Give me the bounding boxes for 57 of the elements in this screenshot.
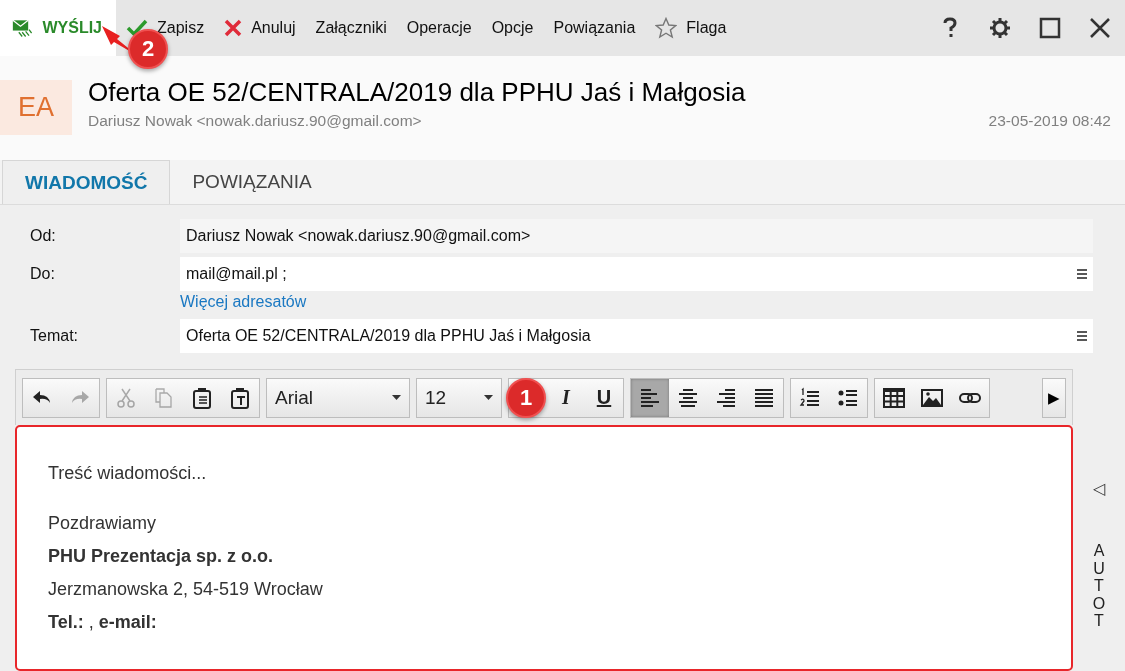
- clipboard-icon: [229, 386, 251, 409]
- copy-icon: [153, 386, 175, 409]
- message-date: 23-05-2019 08:42: [988, 112, 1111, 130]
- toolbar-button[interactable]: I: [547, 378, 585, 417]
- dropdown[interactable]: 12: [416, 377, 502, 418]
- numbered-list-icon: [799, 386, 821, 409]
- field-label: Do:: [30, 265, 56, 283]
- image-icon: [921, 386, 943, 409]
- body-text: Tel.: , e-mail:: [48, 611, 158, 634]
- settings-icon[interactable]: [989, 17, 1011, 39]
- message-title: Oferta OE 52/CENTRALA/2019 dla PPHU Jaś i Małgosia: [88, 76, 747, 108]
- body-text: Pozdrawiamy: [48, 512, 158, 535]
- toolbar-menu-item[interactable]: Załączniki: [305, 8, 397, 48]
- readonly-field[interactable]: Dariusz Nowak <nowak.dariusz.90@gmail.com>: [180, 219, 1093, 253]
- maximize-icon[interactable]: [1039, 17, 1061, 39]
- field-label: Temat:: [30, 327, 79, 345]
- close-icon[interactable]: [1089, 17, 1111, 39]
- toolbar-button[interactable]: U: [585, 378, 623, 417]
- checkmark-icon: [126, 18, 148, 38]
- caret-icon: [484, 395, 493, 400]
- body-text: PHU Prezentacja sp. z o.o.: [48, 545, 275, 568]
- dropdown[interactable]: Arial: [266, 377, 410, 418]
- link[interactable]: Więcej adresatów: [180, 293, 307, 311]
- toolbar-menu-item[interactable]: Operacje: [396, 8, 482, 48]
- align-justify-icon: [753, 386, 775, 409]
- input-field[interactable]: Oferta OE 52/CENTRALA/2019 dla PPHU Jaś i Małgosia: [180, 319, 1093, 353]
- toolbar-button[interactable]: Flaga: [645, 8, 737, 48]
- align-right-icon: [715, 386, 737, 409]
- input-field[interactable]: mail@mail.pl ;: [180, 257, 1093, 291]
- table-icon: [883, 386, 905, 409]
- avatar: EA: [0, 80, 72, 135]
- tab[interactable]: WIADOMOŚĆ: [2, 160, 171, 204]
- menu-icon[interactable]: [1077, 269, 1087, 279]
- side-panel-label: AUTOT: [1091, 542, 1107, 630]
- toolbar-button[interactable]: Anuluj: [214, 8, 306, 48]
- close-icon: [224, 19, 243, 37]
- caret-icon: [392, 395, 401, 400]
- align-left-icon: [639, 386, 661, 409]
- toolbar-menu-item[interactable]: Powiązania: [543, 8, 646, 48]
- sender-address: Dariusz Nowak <nowak.dariusz.90@gmail.com>: [88, 112, 422, 130]
- toolbar-button[interactable]: [631, 378, 669, 417]
- step-badge: 1: [506, 377, 546, 418]
- star-icon: [655, 17, 678, 39]
- envelope-icon: [12, 17, 33, 39]
- tab[interactable]: POWIĄZANIA: [170, 160, 334, 204]
- align-center-icon: [677, 386, 699, 409]
- message-body[interactable]: Treść wiadomości... Pozdrawiamy PHU Prezentacja sp. z o.o. Jerzmanowska 2, 54-519 Wrocław Tel.: , e-mail:: [15, 425, 1073, 671]
- scissors-icon: [115, 386, 137, 409]
- toolbar-menu-item[interactable]: Opcje: [481, 8, 544, 48]
- body-text: Treść wiadomości...: [48, 462, 208, 485]
- send-button[interactable]: WYŚLIJ: [0, 0, 116, 56]
- more-button[interactable]: ▶: [1042, 377, 1066, 418]
- field-label: Od:: [30, 227, 57, 245]
- body-text: Jerzmanowska 2, 54-519 Wrocław: [48, 578, 324, 601]
- clipboard-icon: [191, 386, 213, 409]
- collapse-toggle[interactable]: ◁: [1093, 479, 1105, 498]
- menu-icon[interactable]: [1077, 331, 1087, 341]
